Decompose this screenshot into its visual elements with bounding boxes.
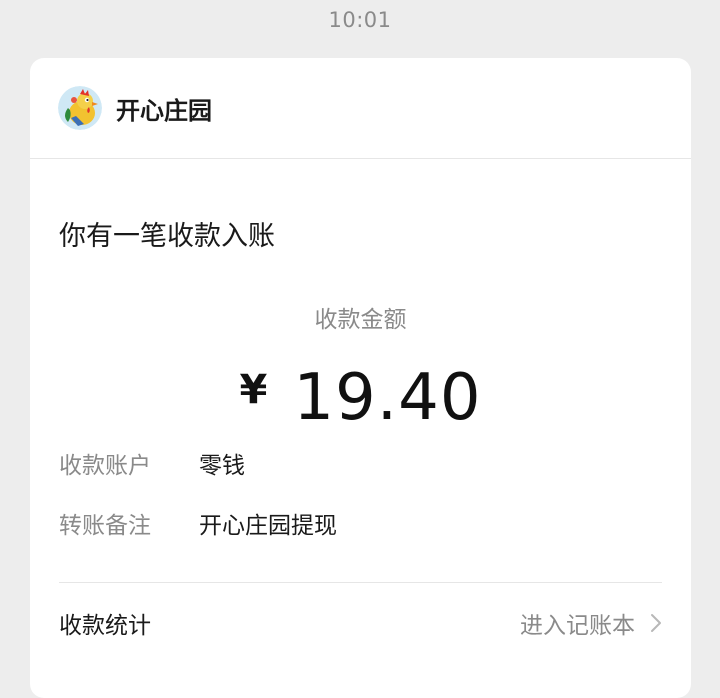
detail-value: 零钱 <box>199 453 245 479</box>
rooster-icon[interactable] <box>58 86 102 130</box>
message-timestamp: 10:01 <box>328 8 392 32</box>
ledger-link[interactable]: 进入记账本 <box>520 606 663 640</box>
payment-notification-card[interactable]: 开心庄园 你有一笔收款入账 收款金额 ¥19.40 收款账户 零钱 转账备注 开心庄… <box>30 58 691 698</box>
amount-label: 收款金额 <box>314 307 407 333</box>
detail-row-account: 收款账户 零钱 <box>59 446 245 480</box>
detail-value: 开心庄园提现 <box>199 513 337 539</box>
ledger-link-label[interactable]: 进入记账本 <box>520 606 635 640</box>
notification-headline: 你有一笔收款入账 <box>59 221 275 252</box>
detail-key: 收款账户 <box>59 453 151 479</box>
chevron-right-icon[interactable] <box>649 612 663 634</box>
app-name: 开心庄园 <box>116 97 212 125</box>
payment-stats-label[interactable]: 收款统计 <box>59 606 151 640</box>
detail-key: 转账备注 <box>59 513 151 539</box>
detail-row-remark: 转账备注 开心庄园提现 <box>59 506 337 540</box>
amount-value: 19.40 <box>293 361 482 435</box>
divider <box>59 582 662 583</box>
amount-display: ¥19.40 <box>30 350 691 454</box>
card-header[interactable]: 开心庄园 <box>30 58 691 159</box>
currency-symbol: ¥ <box>239 367 268 413</box>
